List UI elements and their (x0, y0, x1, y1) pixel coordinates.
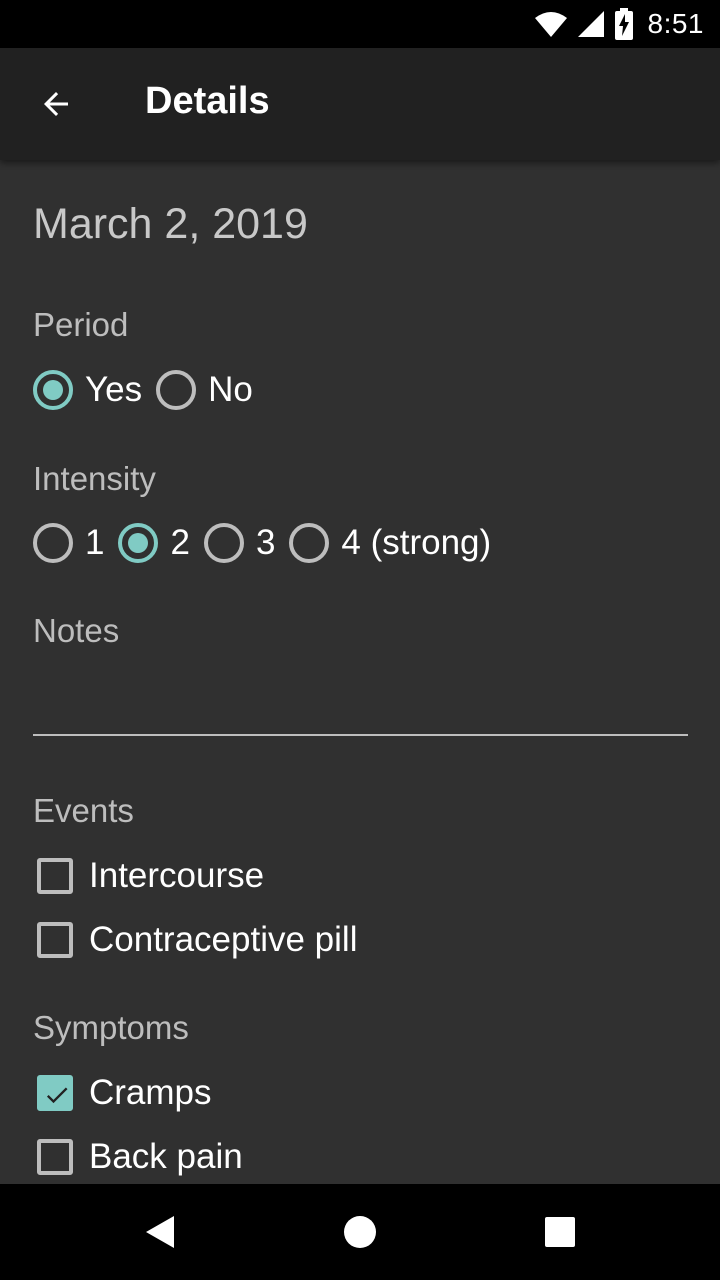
intensity-radio-group: 1 2 3 4 (strong) (33, 519, 509, 567)
status-icons: 8:51 (534, 8, 705, 40)
back-pain-label[interactable]: Back pain (89, 1137, 243, 1177)
page-title: Details (145, 80, 270, 122)
nav-recents-button[interactable] (536, 1208, 584, 1256)
event-contraceptive-pill[interactable]: Contraceptive pill (33, 916, 357, 964)
intercourse-checkbox[interactable] (37, 858, 73, 894)
nav-back-button[interactable] (136, 1208, 184, 1256)
notes-label: Notes (33, 612, 120, 649)
back-button[interactable] (24, 72, 88, 136)
intensity-4-label[interactable]: 4 (strong) (341, 523, 491, 563)
details-form[interactable]: March 2, 2019 Period Yes No Intensity 1 … (0, 160, 720, 1184)
cramps-label[interactable]: Cramps (89, 1073, 212, 1113)
intensity-3-radio[interactable] (203, 523, 244, 563)
status-bar: 8:51 (0, 0, 720, 48)
back-pain-checkbox[interactable] (37, 1139, 73, 1175)
intensity-1-label[interactable]: 1 (85, 523, 104, 563)
intensity-label: Intensity (33, 460, 156, 497)
period-yes-radio[interactable] (33, 370, 73, 410)
period-radio-group: Yes No (33, 366, 271, 414)
nav-home-button[interactable] (336, 1208, 384, 1256)
notes-input[interactable] (33, 670, 688, 734)
date-heading: March 2, 2019 (33, 200, 308, 248)
arrow-back-icon (44, 92, 68, 116)
period-no-radio[interactable] (156, 370, 197, 410)
period-label: Period (33, 306, 129, 343)
checkmark-icon (46, 1087, 68, 1104)
signal-icon (577, 11, 604, 37)
period-no-label[interactable]: No (208, 370, 253, 410)
intensity-4-radio[interactable] (289, 523, 330, 563)
recents-square-icon (545, 1217, 575, 1247)
intensity-2-label[interactable]: 2 (170, 523, 189, 563)
symptom-cramps[interactable]: Cramps (33, 1069, 212, 1117)
symptom-back-pain[interactable]: Back pain (33, 1133, 243, 1181)
event-intercourse[interactable]: Intercourse (33, 852, 264, 900)
intensity-2-radio[interactable] (118, 523, 159, 563)
period-yes-label[interactable]: Yes (85, 370, 142, 410)
symptoms-label: Symptoms (33, 1009, 189, 1046)
app-bar: Details (0, 48, 720, 160)
intercourse-label[interactable]: Intercourse (89, 856, 264, 896)
contraceptive-pill-checkbox[interactable] (37, 922, 73, 958)
clock: 8:51 (647, 8, 704, 39)
contraceptive-pill-label[interactable]: Contraceptive pill (89, 920, 357, 960)
intensity-1-radio[interactable] (33, 523, 73, 563)
wifi-icon (534, 12, 567, 37)
back-triangle-icon (146, 1216, 174, 1248)
system-nav-bar (0, 1184, 720, 1280)
events-label: Events (33, 792, 134, 829)
notes-underline (33, 734, 688, 736)
home-circle-icon (344, 1216, 376, 1248)
cramps-checkbox[interactable] (37, 1075, 73, 1111)
battery-charging-icon (614, 8, 633, 40)
intensity-3-label[interactable]: 3 (256, 523, 275, 563)
